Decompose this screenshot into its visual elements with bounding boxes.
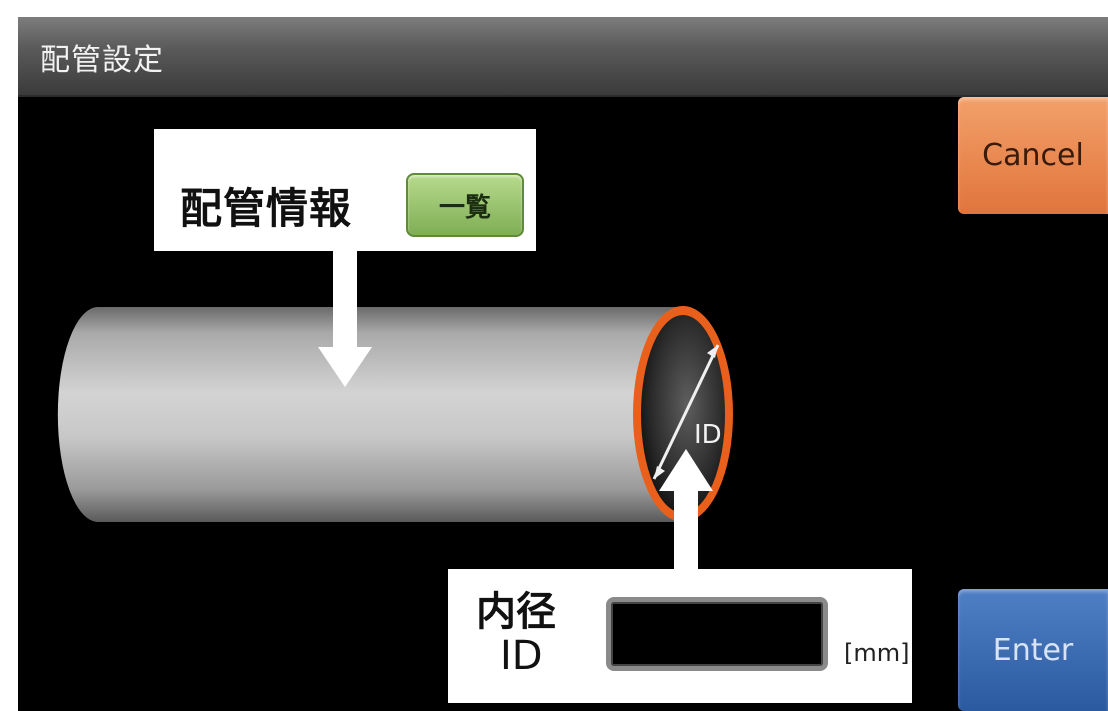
touch-screen: 配管設定 ID 配管情報 一覧 内径 ID [mm] Cancel Enter bbox=[18, 17, 1108, 711]
cancel-button[interactable]: Cancel bbox=[958, 97, 1108, 214]
pipe-info-panel: 配管情報 一覧 bbox=[154, 129, 536, 251]
inner-diameter-panel: 内径 ID [mm] bbox=[448, 569, 912, 703]
pipe-info-label: 配管情報 bbox=[180, 184, 353, 233]
inner-diameter-label: 内径 bbox=[476, 589, 556, 635]
inner-diameter-unit: [mm] bbox=[844, 639, 910, 667]
pipe-end-id-label: ID bbox=[694, 420, 722, 450]
inner-diameter-input[interactable] bbox=[606, 597, 828, 671]
enter-button[interactable]: Enter bbox=[958, 589, 1108, 711]
inner-diameter-label-en: ID bbox=[500, 633, 543, 679]
pipe-list-button[interactable]: 一覧 bbox=[406, 173, 524, 237]
pipe-body bbox=[57, 307, 684, 522]
